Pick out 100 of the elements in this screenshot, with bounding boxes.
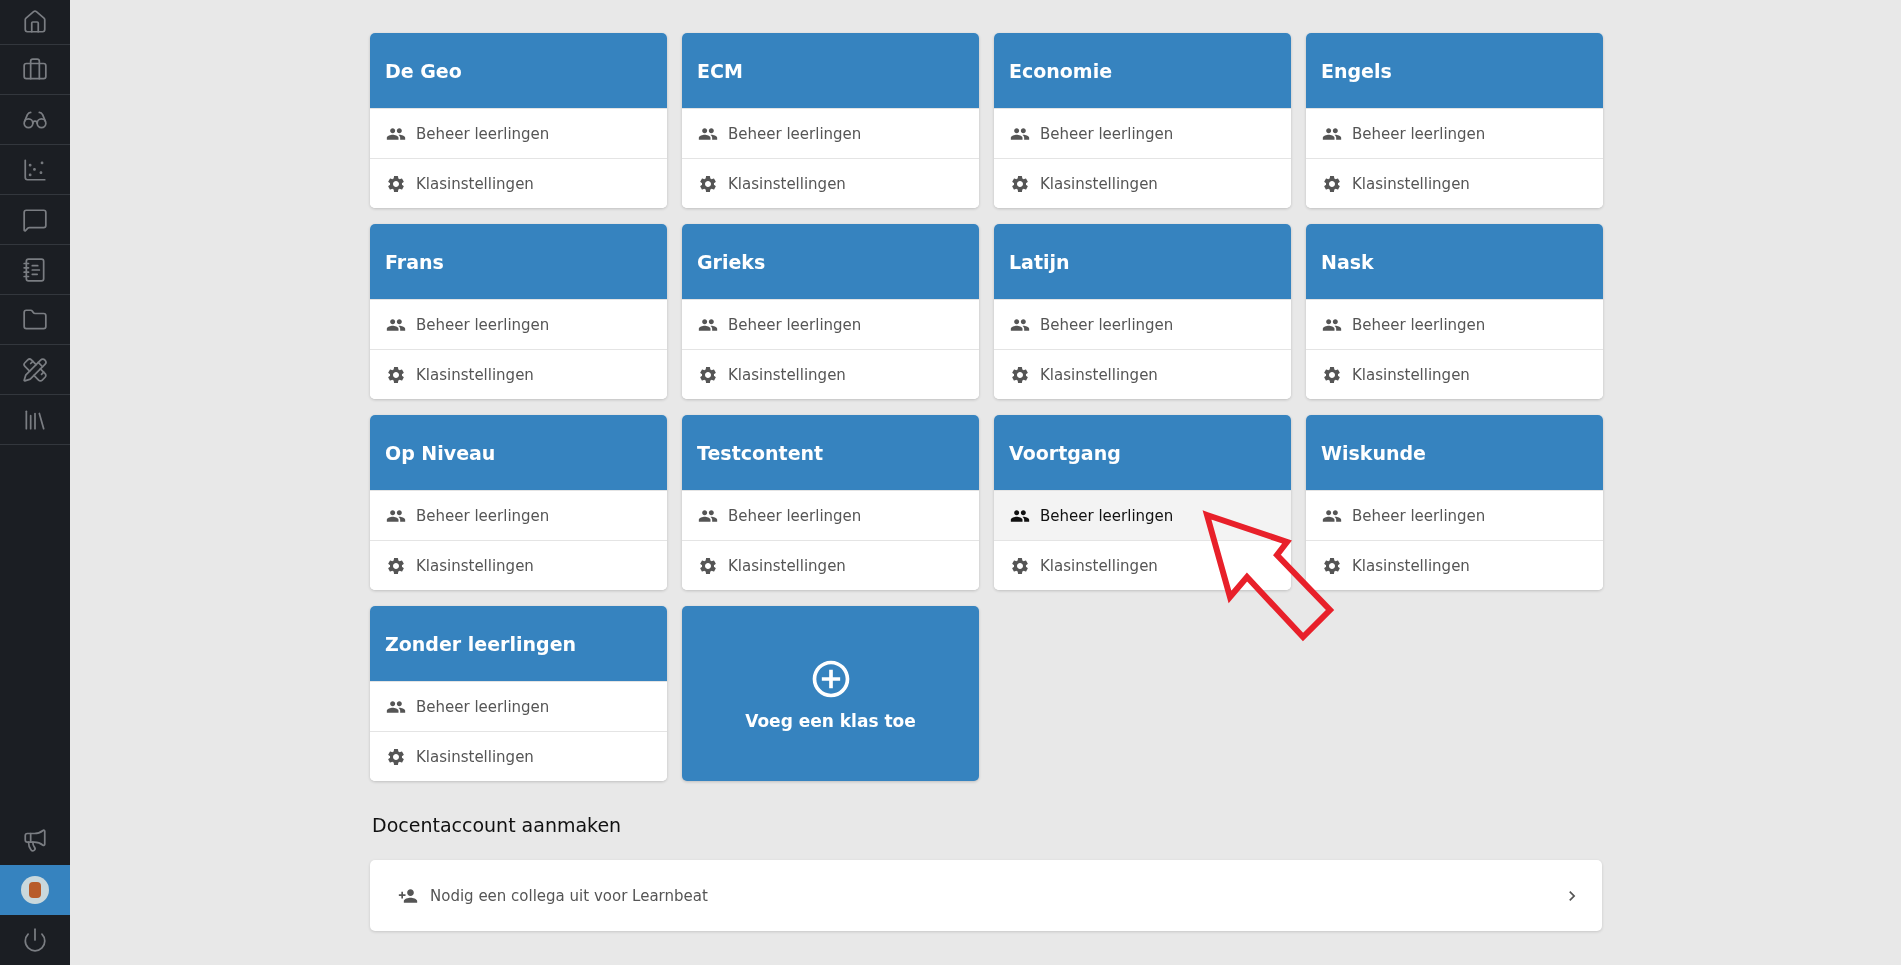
class-card-header[interactable]: Economie: [994, 33, 1291, 108]
class-action-item[interactable]: Beheer leerlingen: [370, 299, 667, 349]
class-title: Nask: [1321, 250, 1374, 273]
class-action-item[interactable]: Klasinstellingen: [994, 540, 1291, 590]
megaphone-icon: [22, 827, 48, 853]
action-label: Beheer leerlingen: [728, 315, 862, 334]
class-action-item[interactable]: Klasinstellingen: [370, 158, 667, 208]
home-icon: [22, 9, 48, 35]
settings-icon: [386, 746, 406, 767]
speech-bubble-icon: [22, 206, 48, 233]
class-title: Economie: [1009, 59, 1113, 82]
class-action-item[interactable]: Beheer leerlingen: [994, 108, 1291, 158]
action-label: Klasinstellingen: [1352, 174, 1470, 193]
add-class-button[interactable]: Voeg een klas toe: [682, 606, 979, 781]
class-action-item[interactable]: Klasinstellingen: [1306, 540, 1603, 590]
class-card-header[interactable]: De Geo: [370, 33, 667, 108]
class-action-item[interactable]: Klasinstellingen: [1306, 158, 1603, 208]
action-label: Klasinstellingen: [416, 174, 534, 193]
class-card-header[interactable]: Frans: [370, 224, 667, 299]
class-title: Zonder leerlingen: [385, 632, 577, 655]
class-title: Voortgang: [1009, 441, 1121, 464]
class-action-item[interactable]: Beheer leerlingen: [370, 490, 667, 540]
action-label: Klasinstellingen: [416, 365, 534, 384]
class-action-item[interactable]: Beheer leerlingen: [370, 681, 667, 731]
action-label: Klasinstellingen: [416, 747, 534, 766]
action-label: Beheer leerlingen: [416, 315, 550, 334]
class-title: Op Niveau: [385, 441, 496, 464]
class-title: Frans: [385, 250, 444, 273]
action-label: Beheer leerlingen: [1040, 506, 1174, 525]
action-label: Klasinstellingen: [728, 365, 846, 384]
class-action-item[interactable]: Klasinstellingen: [682, 540, 979, 590]
scatter-chart-icon: [22, 156, 48, 183]
class-card-header[interactable]: Grieks: [682, 224, 979, 299]
folder-icon: [22, 306, 48, 333]
sidebar-item[interactable]: [0, 865, 70, 915]
settings-icon: [1322, 364, 1342, 385]
class-title: Engels: [1321, 59, 1392, 82]
class-title: Latijn: [1009, 250, 1070, 273]
settings-icon: [386, 364, 406, 385]
class-card-header[interactable]: Voortgang: [994, 415, 1291, 490]
invite-label: Nodig een collega uit voor Learnbeat: [430, 886, 708, 905]
class-action-item[interactable]: Klasinstellingen: [682, 349, 979, 399]
class-action-item[interactable]: Beheer leerlingen: [994, 299, 1291, 349]
class-action-item[interactable]: Klasinstellingen: [1306, 349, 1603, 399]
class-title: De Geo: [385, 59, 462, 82]
settings-icon: [386, 555, 406, 576]
class-action-item[interactable]: Beheer leerlingen: [370, 108, 667, 158]
action-label: Klasinstellingen: [728, 174, 846, 193]
action-label: Klasinstellingen: [416, 556, 534, 575]
class-action-item[interactable]: Beheer leerlingen: [682, 490, 979, 540]
action-label: Beheer leerlingen: [1040, 315, 1174, 334]
class-title: Wiskunde: [1321, 441, 1426, 464]
class-action-item[interactable]: Beheer leerlingen: [1306, 299, 1603, 349]
settings-icon: [386, 173, 406, 194]
class-action-item[interactable]: Beheer leerlingen: [682, 108, 979, 158]
class-title: Testcontent: [697, 441, 824, 464]
class-action-item[interactable]: Klasinstellingen: [994, 349, 1291, 399]
action-label: Beheer leerlingen: [416, 697, 550, 716]
briefcase-icon: [22, 56, 48, 83]
class-card-header[interactable]: ECM: [682, 33, 979, 108]
power-icon: [22, 927, 48, 953]
action-label: Beheer leerlingen: [1352, 506, 1486, 525]
class-card-header[interactable]: Wiskunde: [1306, 415, 1603, 490]
action-label: Beheer leerlingen: [1040, 124, 1174, 143]
class-title: Grieks: [697, 250, 766, 273]
class-action-item[interactable]: Beheer leerlingen: [1306, 490, 1603, 540]
class-title: ECM: [697, 59, 743, 82]
class-card-header[interactable]: Op Niveau: [370, 415, 667, 490]
class-card-header[interactable]: Engels: [1306, 33, 1603, 108]
pencil-ruler-icon: [22, 356, 48, 383]
avatar-icon: [21, 876, 49, 904]
class-card-header[interactable]: Testcontent: [682, 415, 979, 490]
settings-icon: [1322, 173, 1342, 194]
class-action-item[interactable]: Beheer leerlingen: [1306, 108, 1603, 158]
class-action-item[interactable]: Beheer leerlingen: [994, 490, 1291, 540]
class-action-item[interactable]: Klasinstellingen: [370, 540, 667, 590]
invite-colleague-item[interactable]: Nodig een collega uit voor Learnbeat: [370, 860, 1602, 931]
action-label: Klasinstellingen: [1040, 365, 1158, 384]
action-label: Klasinstellingen: [1352, 365, 1470, 384]
class-card-header[interactable]: Nask: [1306, 224, 1603, 299]
action-label: Beheer leerlingen: [1352, 315, 1486, 334]
class-action-item[interactable]: Beheer leerlingen: [682, 299, 979, 349]
class-action-item[interactable]: Klasinstellingen: [682, 158, 979, 208]
action-label: Klasinstellingen: [1040, 174, 1158, 193]
class-action-item[interactable]: Klasinstellingen: [370, 731, 667, 781]
action-label: Beheer leerlingen: [728, 124, 862, 143]
action-label: Beheer leerlingen: [728, 506, 862, 525]
action-label: Klasinstellingen: [1352, 556, 1470, 575]
action-label: Beheer leerlingen: [416, 124, 550, 143]
action-label: Beheer leerlingen: [416, 506, 550, 525]
action-label: Klasinstellingen: [728, 556, 846, 575]
action-label: Beheer leerlingen: [1352, 124, 1486, 143]
class-card-header[interactable]: Latijn: [994, 224, 1291, 299]
section-heading: Docentaccount aanmaken: [372, 814, 622, 836]
class-action-item[interactable]: Klasinstellingen: [994, 158, 1291, 208]
settings-icon: [1322, 555, 1342, 576]
settings-icon: [1010, 364, 1030, 385]
class-action-item[interactable]: Klasinstellingen: [370, 349, 667, 399]
settings-icon: [698, 555, 718, 576]
class-card-header[interactable]: Zonder leerlingen: [370, 606, 667, 681]
